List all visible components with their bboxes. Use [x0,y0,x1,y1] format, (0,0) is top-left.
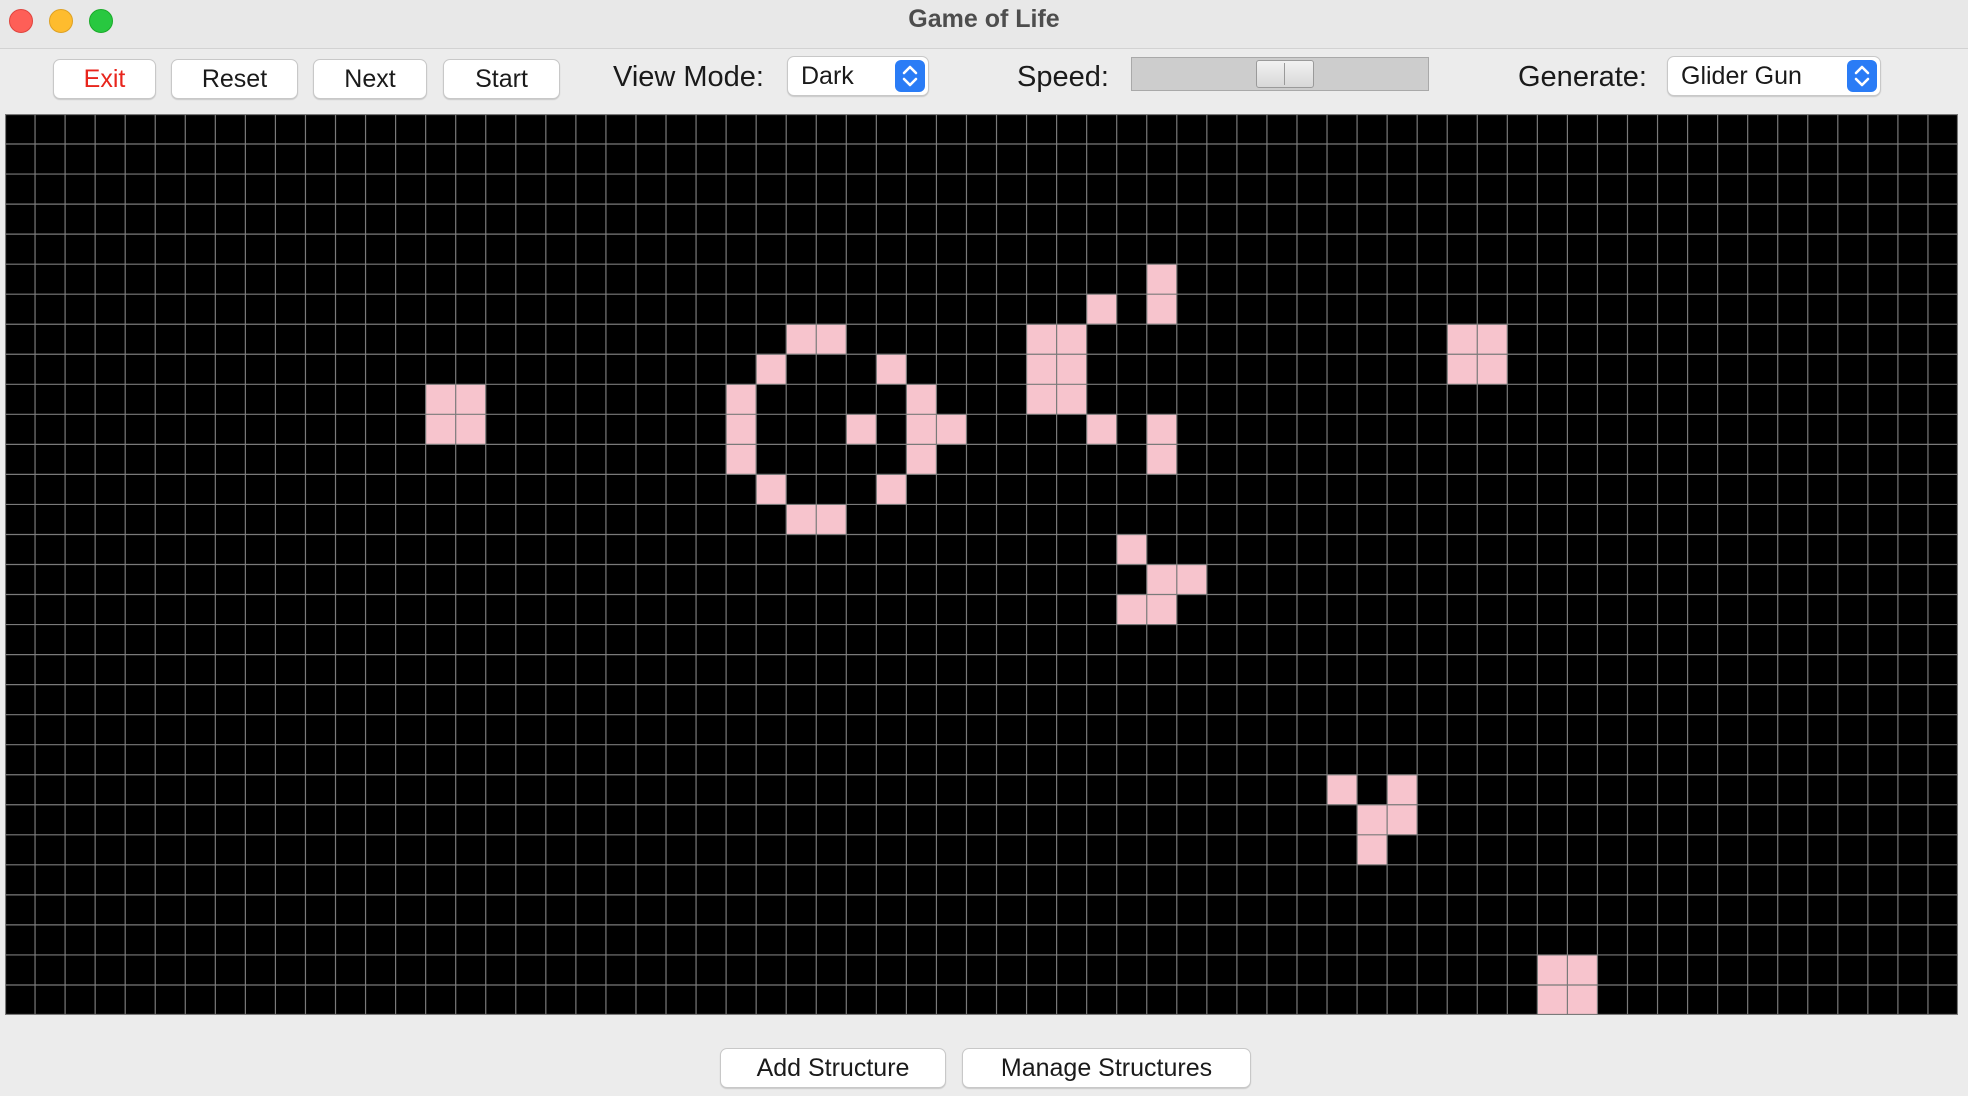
speed-slider[interactable] [1131,57,1429,91]
live-cell[interactable] [1056,324,1087,355]
live-cell[interactable] [1116,594,1147,625]
reset-button[interactable]: Reset [171,59,298,99]
chevron-updown-icon [895,60,925,92]
live-cell[interactable] [1056,354,1087,385]
live-cell[interactable] [1026,384,1057,415]
live-cell[interactable] [846,414,877,445]
speed-slider-thumb[interactable] [1256,60,1314,88]
view-mode-label: View Mode: [613,61,764,93]
generate-value: Glider Gun [1681,62,1802,90]
live-cell[interactable] [1477,354,1508,385]
live-cell[interactable] [756,474,787,505]
live-cell[interactable] [906,384,937,415]
live-cell[interactable] [1387,804,1418,835]
live-cell[interactable] [1176,564,1207,595]
live-cell[interactable] [876,354,907,385]
chevron-updown-icon [1847,60,1877,92]
generate-label: Generate: [1518,61,1647,93]
window-title: Game of Life [908,5,1060,33]
live-cell[interactable] [455,384,486,415]
add-structure-button[interactable]: Add Structure [720,1048,946,1088]
live-cell[interactable] [1357,804,1388,835]
life-grid[interactable] [4,113,1959,1016]
live-cell[interactable] [1447,324,1478,355]
live-cell[interactable] [1026,354,1057,385]
live-cell[interactable] [1116,534,1147,565]
speed-label: Speed: [1017,61,1109,93]
live-cell[interactable] [425,384,456,415]
live-cell[interactable] [1537,954,1568,985]
live-cell[interactable] [906,414,937,445]
live-cell[interactable] [1567,954,1598,985]
view-mode-select[interactable]: Dark [787,56,929,96]
live-cell[interactable] [1086,294,1117,325]
live-cell[interactable] [1387,774,1418,805]
live-cell[interactable] [1537,984,1568,1015]
live-cell[interactable] [1146,414,1177,445]
live-cell[interactable] [1146,264,1177,295]
live-cell[interactable] [816,324,847,355]
view-mode-value: Dark [801,62,854,90]
live-cell[interactable] [816,504,847,535]
live-cell[interactable] [1447,354,1478,385]
start-button[interactable]: Start [443,59,560,99]
exit-button[interactable]: Exit [53,59,156,99]
live-cell[interactable] [936,414,967,445]
live-cell[interactable] [455,414,486,445]
live-cell[interactable] [1146,294,1177,325]
live-cell[interactable] [1477,324,1508,355]
live-cell[interactable] [726,414,757,445]
manage-structures-button[interactable]: Manage Structures [962,1048,1251,1088]
generate-select[interactable]: Glider Gun [1667,56,1881,96]
live-cell[interactable] [786,504,817,535]
live-cell[interactable] [786,324,817,355]
live-cell[interactable] [1146,594,1177,625]
live-cell[interactable] [876,474,907,505]
title-bar: Game of Life [0,0,1968,49]
live-cell[interactable] [906,444,937,475]
live-cell[interactable] [1146,444,1177,475]
live-cell[interactable] [1026,324,1057,355]
live-cell[interactable] [1357,834,1388,865]
live-cell[interactable] [1327,774,1358,805]
live-cell[interactable] [726,444,757,475]
live-cell[interactable] [1056,384,1087,415]
live-cell[interactable] [1086,414,1117,445]
live-cell[interactable] [756,354,787,385]
live-cell[interactable] [425,414,456,445]
live-cell[interactable] [726,384,757,415]
live-cell[interactable] [1567,984,1598,1015]
next-button[interactable]: Next [313,59,427,99]
live-cell[interactable] [1146,564,1177,595]
